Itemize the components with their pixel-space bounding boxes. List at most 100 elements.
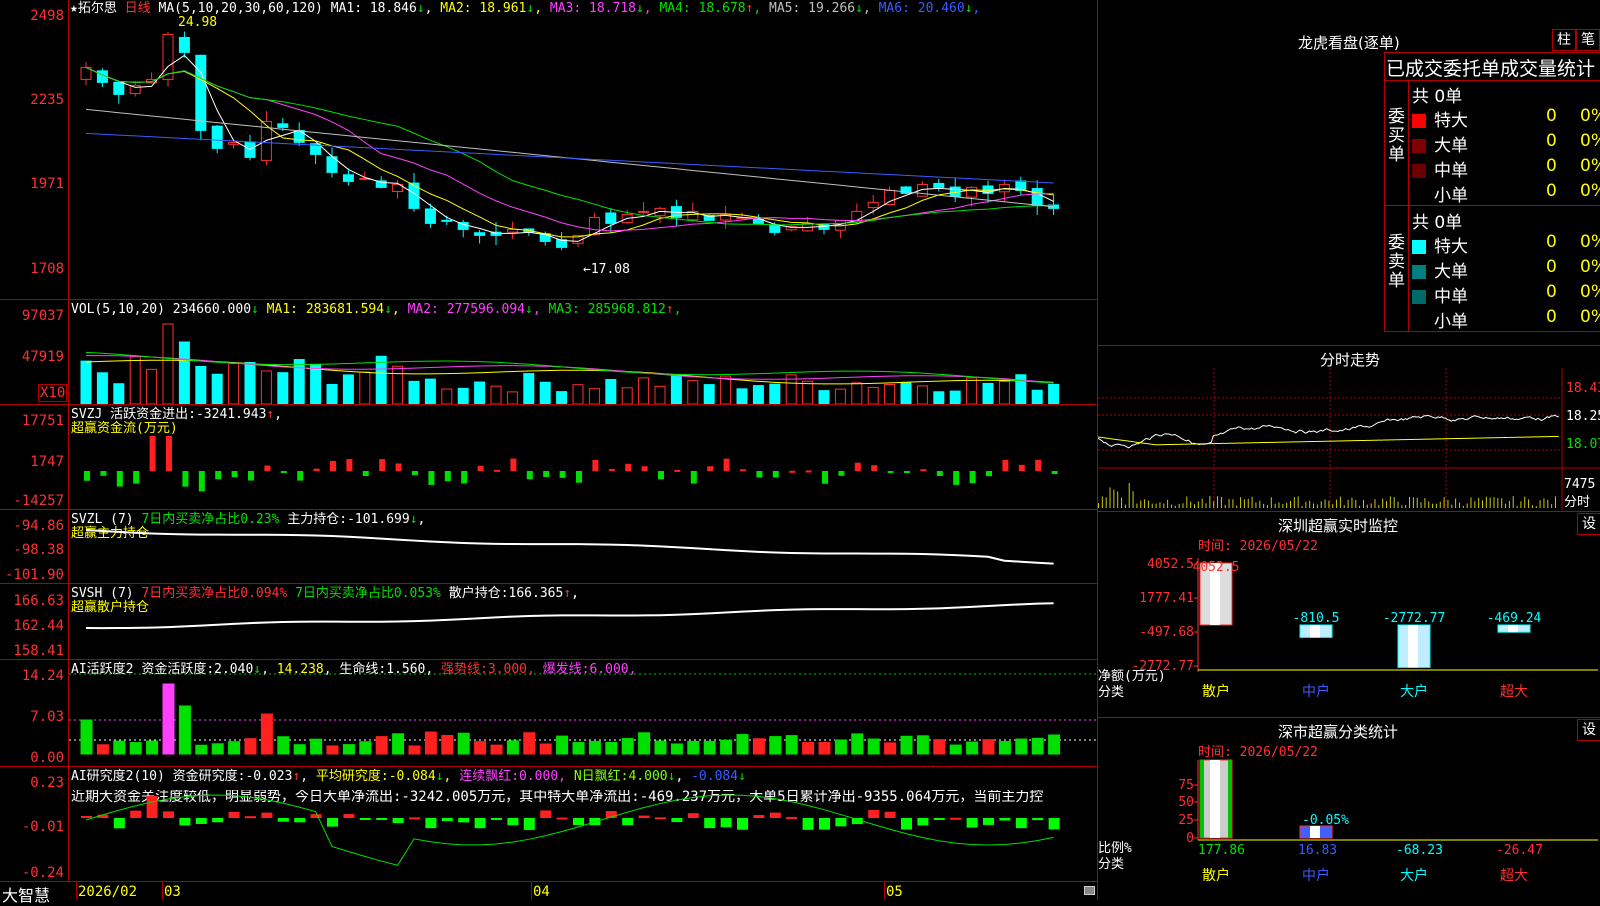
fund-flow-bar [461, 471, 468, 484]
sz-monitor-title: 深圳超赢实时监控 [1278, 517, 1399, 535]
activity-bar [933, 739, 946, 755]
tick-view-button[interactable]: 笔 [1576, 29, 1600, 51]
research-line [85, 794, 1054, 866]
sz-class-settings-button[interactable]: 设 [1577, 719, 1600, 741]
row-label: 小单 [1434, 186, 1468, 206]
svzl-label[interactable]: SVZL (7) [71, 512, 134, 527]
intraday-vol-bar [1232, 499, 1234, 508]
sz-monitor-chart[interactable]: 时间: 2026/05/22 4052.5 1777.41 -497.68 -2772.… [1098, 534, 1600, 716]
row-value: 0 [1546, 282, 1557, 302]
stock-name[interactable]: 拓尔思 [78, 1, 117, 16]
research-bar [737, 818, 748, 830]
candlestick-chart[interactable] [69, 16, 1097, 299]
vol-label[interactable]: VOL(5,10,20) [71, 302, 165, 317]
activity-bar [244, 738, 257, 755]
activity-bar [605, 741, 618, 755]
sell-row: 小单 0 0% [1412, 307, 1600, 332]
lock-icon[interactable] [1084, 886, 1095, 895]
research-bar [638, 815, 650, 818]
fund-flow-chart[interactable] [69, 436, 1097, 508]
intraday-vol-bar [1316, 504, 1318, 508]
volume-chart[interactable] [69, 318, 1097, 404]
buy-side-label: 委买单 [1388, 107, 1405, 165]
ai-research-chart[interactable] [69, 790, 1097, 881]
candle-body [113, 81, 125, 95]
activity-bar [293, 744, 306, 755]
activity-bar [277, 736, 290, 755]
activity-bar [687, 740, 700, 755]
fund-flow-bar [592, 459, 599, 471]
bar-view-button[interactable]: 柱 [1552, 29, 1576, 51]
research-bar [425, 818, 437, 829]
intraday-vol-bar [1121, 497, 1123, 508]
volume-bar [162, 323, 174, 404]
intraday-vol-bar [1474, 501, 1476, 508]
fund-flow-bar [526, 471, 533, 480]
fund-flow-bar [84, 471, 90, 481]
activity-bar [867, 738, 880, 755]
intraday-ytick: 18.43 [1566, 381, 1600, 396]
intraday-chart[interactable]: 18.43 18.25 18.07 7475 分时 [1098, 368, 1600, 510]
chart-category-label: 中户 [1302, 867, 1330, 884]
period-label[interactable]: 日线 [125, 1, 151, 16]
ai-activity-chart[interactable] [69, 662, 1097, 766]
activity-bar [834, 739, 847, 755]
fund-flow-bar [297, 471, 304, 481]
legend-swatch [1412, 139, 1426, 153]
research-bar [622, 818, 634, 826]
intraday-vol-bar [1324, 499, 1326, 508]
intraday-vol-bar [1516, 505, 1518, 508]
activity-bar [998, 741, 1011, 755]
retail-position-chart[interactable] [69, 600, 1097, 658]
chart-ytick: 50 [1178, 795, 1194, 810]
intraday-vol-bar [1531, 505, 1533, 508]
svzj-label[interactable]: SVZJ [71, 407, 102, 422]
retail-position-line [85, 602, 1054, 630]
ma-label[interactable]: MA(5,10,20,30,60,120) [159, 1, 323, 16]
vol-indicator-bar: VOL(5,10,20) 234660.000↓ MA1: 283681.594… [71, 302, 682, 317]
activity-bar [310, 738, 323, 755]
x-axis-label: 2026/02 [78, 884, 138, 900]
fund-flow-bar [559, 471, 566, 478]
activity-bar [916, 735, 929, 755]
ai2-label[interactable]: AI研究度2(10) [71, 769, 165, 784]
intraday-vol-bar [1266, 504, 1268, 508]
svsh-label[interactable]: SVSH (7) [71, 586, 134, 601]
row-label: 大单 [1434, 136, 1468, 156]
chart-ytick: -497.68 [1139, 625, 1194, 640]
activity-bar [703, 740, 716, 755]
lhb-header: 已成交委托单成交量统计 [1386, 58, 1596, 80]
chart-value-label: -2772.77 [1383, 611, 1446, 626]
intraday-ytick: 18.07 [1566, 437, 1600, 452]
sz-class-chart[interactable]: 时间: 2026/05/22 75 50 25 0 177.86 散户 16.83 中户 -68.… [1098, 740, 1600, 900]
fund-flow-bar [330, 460, 336, 471]
svsh-ratio-2: 7日内买卖净占比0.053% [295, 586, 441, 601]
ma-value-1: MA1: 18.846 [330, 1, 417, 16]
intraday-vol-bar [1401, 505, 1403, 508]
volume-bar [474, 381, 486, 404]
row-percent: 0% [1580, 307, 1600, 327]
intraday-vol-bar [1362, 499, 1364, 508]
fund-flow-bar [313, 468, 320, 471]
research-bar [392, 818, 404, 824]
svsh-text: 散户持仓: [448, 586, 509, 601]
main-position-chart[interactable] [69, 526, 1097, 582]
volume-bar [966, 377, 978, 404]
vol-ma-arrow-3: ↑ [665, 302, 674, 317]
ai1-ytick: 14.24 [21, 668, 64, 684]
intraday-vol-bar [1174, 505, 1176, 508]
activity-bar [752, 738, 765, 755]
fund-flow-bar [1035, 459, 1042, 471]
svzl-ytick: -98.38 [13, 542, 64, 558]
intraday-vol-bar [1270, 497, 1272, 508]
volume-bar [1031, 389, 1043, 404]
row-percent: 0% [1580, 232, 1600, 252]
volume-bar [998, 381, 1010, 404]
intraday-vol-bar [1543, 498, 1545, 508]
ai-research-bar: AI研究度2(10) 资金研究度:-0.023↑, 平均研究度:-0.084↓,… [71, 769, 746, 784]
volume-bar [326, 383, 338, 404]
sz-monitor-settings-button[interactable]: 设 [1577, 513, 1600, 535]
favorite-star-icon[interactable]: ★ [70, 1, 78, 16]
volume-bar [556, 391, 568, 404]
intraday-vol-bar [1386, 501, 1387, 508]
